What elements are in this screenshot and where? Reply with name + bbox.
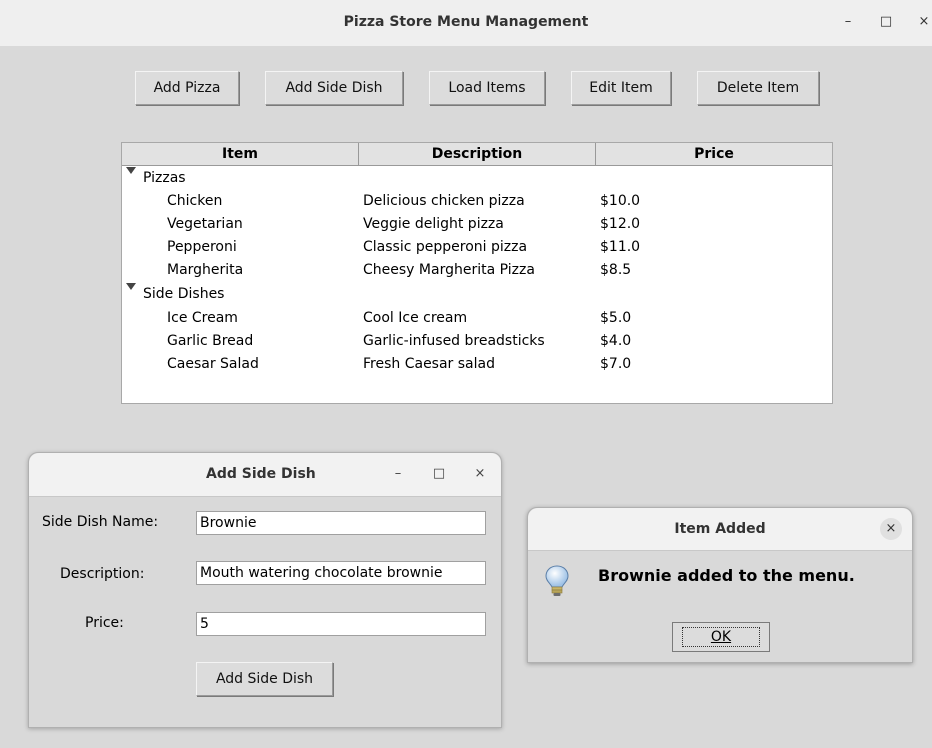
side-dish-name-label: Side Dish Name: <box>42 514 159 530</box>
item-description: Garlic-infused breadsticks <box>363 333 545 349</box>
minimize-icon[interactable]: – <box>389 465 407 483</box>
item-name: Pepperoni <box>167 239 237 255</box>
window-title: Pizza Store Menu Management <box>343 14 589 30</box>
add-pizza-button[interactable]: Add Pizza <box>135 71 239 105</box>
item-price: $12.0 <box>600 216 641 232</box>
item-description: Classic pepperoni pizza <box>363 239 528 255</box>
add-side-dish-dialog: Add Side Dish – □ × Side Dish Name: Brow… <box>28 452 502 728</box>
group-row-pizzas[interactable]: Pizzas <box>122 167 832 190</box>
item-price: $4.0 <box>600 333 632 349</box>
menu-treeview[interactable]: Item Description Price Pizzas Chicken De… <box>121 142 833 404</box>
column-header-price[interactable]: Price <box>596 143 832 165</box>
item-price: $10.0 <box>600 193 641 209</box>
main-titlebar: Pizza Store Menu Management – □ × <box>0 0 932 46</box>
close-icon[interactable]: × <box>914 12 932 32</box>
side-dish-name-input[interactable]: Brownie <box>196 511 486 535</box>
add-side-dish-button[interactable]: Add Side Dish <box>265 71 403 105</box>
dialog-title: Add Side Dish <box>206 466 316 482</box>
treeview-header: Item Description Price <box>122 143 832 166</box>
table-row[interactable]: Vegetarian Veggie delight pizza $12.0 <box>122 213 832 236</box>
table-row[interactable]: Chicken Delicious chicken pizza $10.0 <box>122 190 832 213</box>
delete-item-button[interactable]: Delete Item <box>697 71 819 105</box>
item-price: $11.0 <box>600 239 641 255</box>
messagebox-title: Item Added <box>674 521 766 537</box>
lightbulb-icon <box>545 565 569 596</box>
table-row[interactable]: Garlic Bread Garlic-infused breadsticks … <box>122 330 832 353</box>
item-price: $5.0 <box>600 310 632 326</box>
table-row[interactable]: Pepperoni Classic pepperoni pizza $11.0 <box>122 236 832 259</box>
messagebox-text: Brownie added to the menu. <box>598 566 855 585</box>
description-label: Description: <box>60 566 145 582</box>
item-name: Garlic Bread <box>167 333 254 349</box>
table-row[interactable]: Caesar Salad Fresh Caesar salad $7.0 <box>122 353 832 376</box>
ok-button[interactable]: OK <box>672 622 770 652</box>
messagebox-titlebar: Item Added × <box>528 508 912 551</box>
maximize-icon[interactable]: □ <box>430 465 448 483</box>
item-name: Margherita <box>167 262 244 278</box>
group-label: Pizzas <box>143 170 186 186</box>
table-row[interactable]: Margherita Cheesy Margherita Pizza $8.5 <box>122 259 832 282</box>
item-price: $8.5 <box>600 262 632 278</box>
price-label: Price: <box>85 615 124 631</box>
edit-item-button[interactable]: Edit Item <box>571 71 671 105</box>
item-added-messagebox: Item Added × Brownie added to the menu. … <box>527 507 913 663</box>
column-header-description[interactable]: Description <box>359 143 596 165</box>
close-icon[interactable]: × <box>880 518 902 540</box>
add-side-dish-submit-button[interactable]: Add Side Dish <box>196 662 333 696</box>
description-input[interactable]: Mouth watering chocolate brownie <box>196 561 486 585</box>
item-price: $7.0 <box>600 356 632 372</box>
column-header-item[interactable]: Item <box>122 143 359 165</box>
item-description: Cheesy Margherita Pizza <box>363 262 535 278</box>
item-description: Cool Ice cream <box>363 310 468 326</box>
item-description: Veggie delight pizza <box>363 216 504 232</box>
item-name: Vegetarian <box>167 216 243 232</box>
item-name: Caesar Salad <box>167 356 259 372</box>
group-label: Side Dishes <box>143 286 225 302</box>
item-description: Delicious chicken pizza <box>363 193 525 209</box>
item-description: Fresh Caesar salad <box>363 356 495 372</box>
expand-triangle-icon[interactable] <box>126 167 136 174</box>
expand-triangle-icon[interactable] <box>126 283 136 290</box>
ok-button-label: OK <box>710 629 732 645</box>
load-items-button[interactable]: Load Items <box>429 71 545 105</box>
close-icon[interactable]: × <box>471 465 489 483</box>
minimize-icon[interactable]: – <box>838 12 858 32</box>
maximize-icon[interactable]: □ <box>876 12 896 32</box>
dialog-titlebar: Add Side Dish – □ × <box>29 453 501 497</box>
item-name: Ice Cream <box>167 310 238 326</box>
item-name: Chicken <box>167 193 223 209</box>
table-row[interactable]: Ice Cream Cool Ice cream $5.0 <box>122 307 832 330</box>
group-row-side-dishes[interactable]: Side Dishes <box>122 283 832 306</box>
price-input[interactable]: 5 <box>196 612 486 636</box>
